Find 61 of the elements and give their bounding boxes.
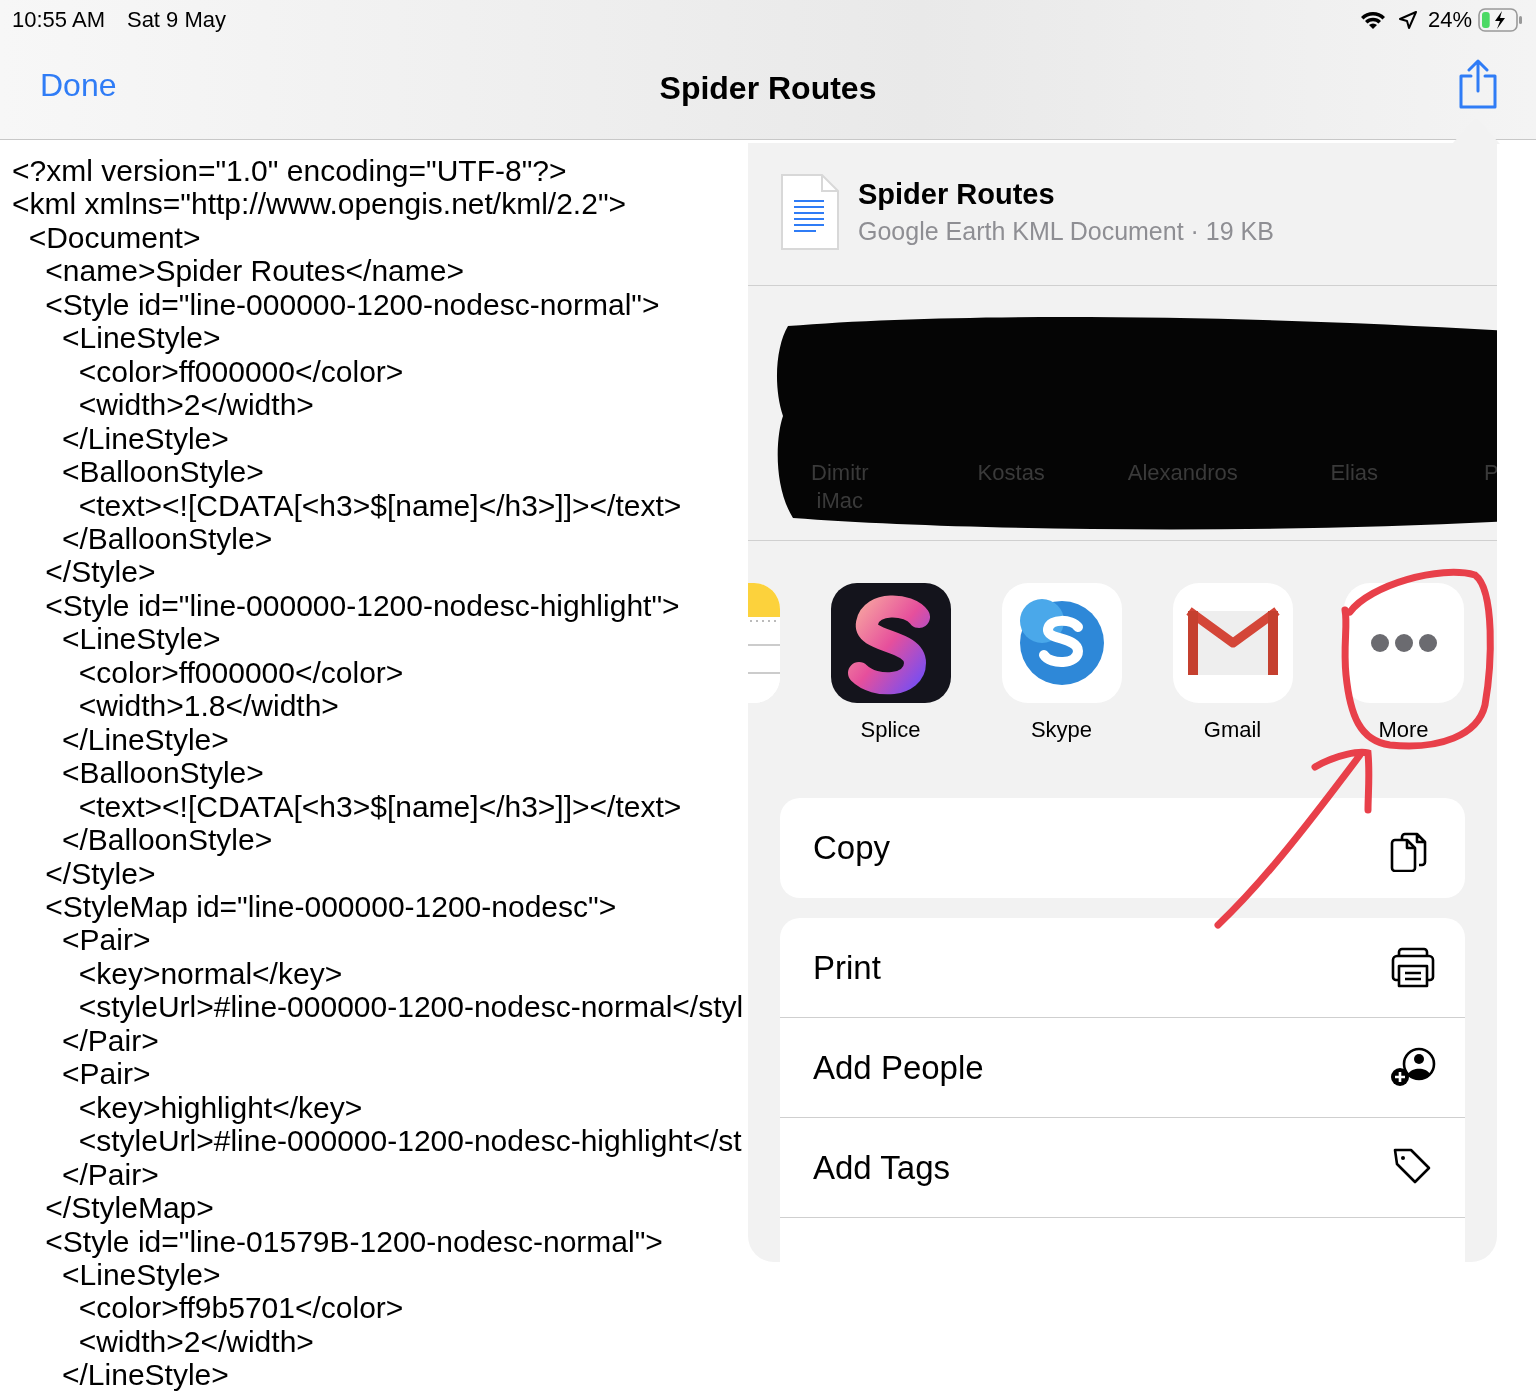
code-line: <width>1.8</width> (77, 689, 339, 723)
done-button[interactable]: Done (40, 66, 117, 104)
code-line: <Style id="line-01579B-1200-nodesc-normal"> (44, 1224, 663, 1258)
code-line: <LineStyle> (61, 321, 221, 355)
app-name: More (1378, 717, 1429, 743)
app-name: Splice (860, 717, 921, 743)
action-label[interactable]: Add Tags (813, 1148, 950, 1187)
code-line: <Style id="line-000000-1200-nodesc-normal"> (44, 287, 660, 322)
code-line: </LineStyle> (61, 722, 229, 757)
code-line: <width>2</width> (77, 388, 314, 422)
action-label[interactable]: Print (813, 948, 881, 987)
code-line: <color>ff000000</color> (77, 354, 404, 389)
code-line: <styleUrl>#line-000000-1200-nodesc-normal</styl (77, 990, 744, 1024)
code-line: </BalloonStyle> (61, 522, 273, 556)
code-line: <Pair> (61, 1057, 151, 1091)
letter-s-app-icon[interactable] (830, 583, 951, 703)
code-line: </Pair> (61, 1157, 159, 1192)
more-icon[interactable] (1343, 583, 1464, 703)
code-line: <Document> (27, 220, 201, 255)
code-line: <kml xmlns="http://www.opengis.net/kml/2.2"> (12, 187, 627, 221)
code-line: <styleUrl>#line-000000-1200-nodesc-highlight</st (77, 1124, 742, 1158)
code-line: <text><![CDATA[<h3>$[name]</h3>]]></text> (77, 789, 682, 824)
code-line: </BalloonStyle> (61, 823, 273, 857)
code-line: <BalloonStyle> (61, 756, 264, 790)
status-date: Sat 9 May (126, 7, 226, 33)
file-name: Spider Routes (858, 178, 1056, 211)
code-line: <Style id="line-000000-1200-nodesc-highlight"> (44, 588, 680, 623)
location-icon (1397, 10, 1418, 30)
code-line: </LineStyle> (61, 1358, 229, 1392)
code-line: <Pair> (61, 923, 151, 957)
code-line: <LineStyle> (61, 622, 221, 656)
speech-bubble-s-icon[interactable] (1001, 583, 1122, 703)
code-line: <BalloonStyle> (61, 455, 264, 489)
share-button[interactable] (1458, 59, 1498, 109)
document-icon (780, 173, 840, 251)
battery-percentage: 24% (1427, 7, 1472, 33)
battery-icon (1478, 8, 1524, 32)
code-line: <color>ff000000</color> (77, 655, 404, 690)
status-time: 10:55 AM (12, 7, 105, 33)
action-label[interactable]: Copy (813, 829, 891, 867)
code-line: <?xml version="1.0" encoding="UTF-8"?> (12, 154, 567, 188)
code-line: <StyleMap id="line-000000-1200-nodesc"> (44, 889, 617, 924)
code-line: <key>highlight</key> (77, 1090, 363, 1125)
wifi-icon (1359, 10, 1386, 30)
envelope-icon[interactable] (1172, 583, 1293, 703)
code-line: </LineStyle> (61, 421, 229, 456)
code-line: </Pair> (61, 1023, 159, 1058)
code-line: </Style> (44, 856, 156, 890)
code-line: <key>normal</key> (77, 956, 343, 991)
code-line: <name>Spider Routes</name> (44, 254, 464, 288)
app-name: Skype (1030, 717, 1093, 743)
code-line: <text><![CDATA[<h3>$[name]</h3>]]></text> (77, 488, 682, 522)
action-label[interactable]: Add People (813, 1048, 984, 1087)
document-title: Spider Routes (659, 70, 877, 107)
code-line: </Style> (44, 555, 156, 589)
app-name: Gmail (1203, 717, 1262, 743)
code-line: </StyleMap> (44, 1191, 214, 1225)
file-details: Google Earth KML Document · 19 KB (858, 217, 1274, 246)
code-line: <width>2</width> (77, 1324, 314, 1359)
code-line: <LineStyle> (62, 1257, 221, 1292)
code-line: <color>ff9b5701</color> (77, 1291, 404, 1325)
